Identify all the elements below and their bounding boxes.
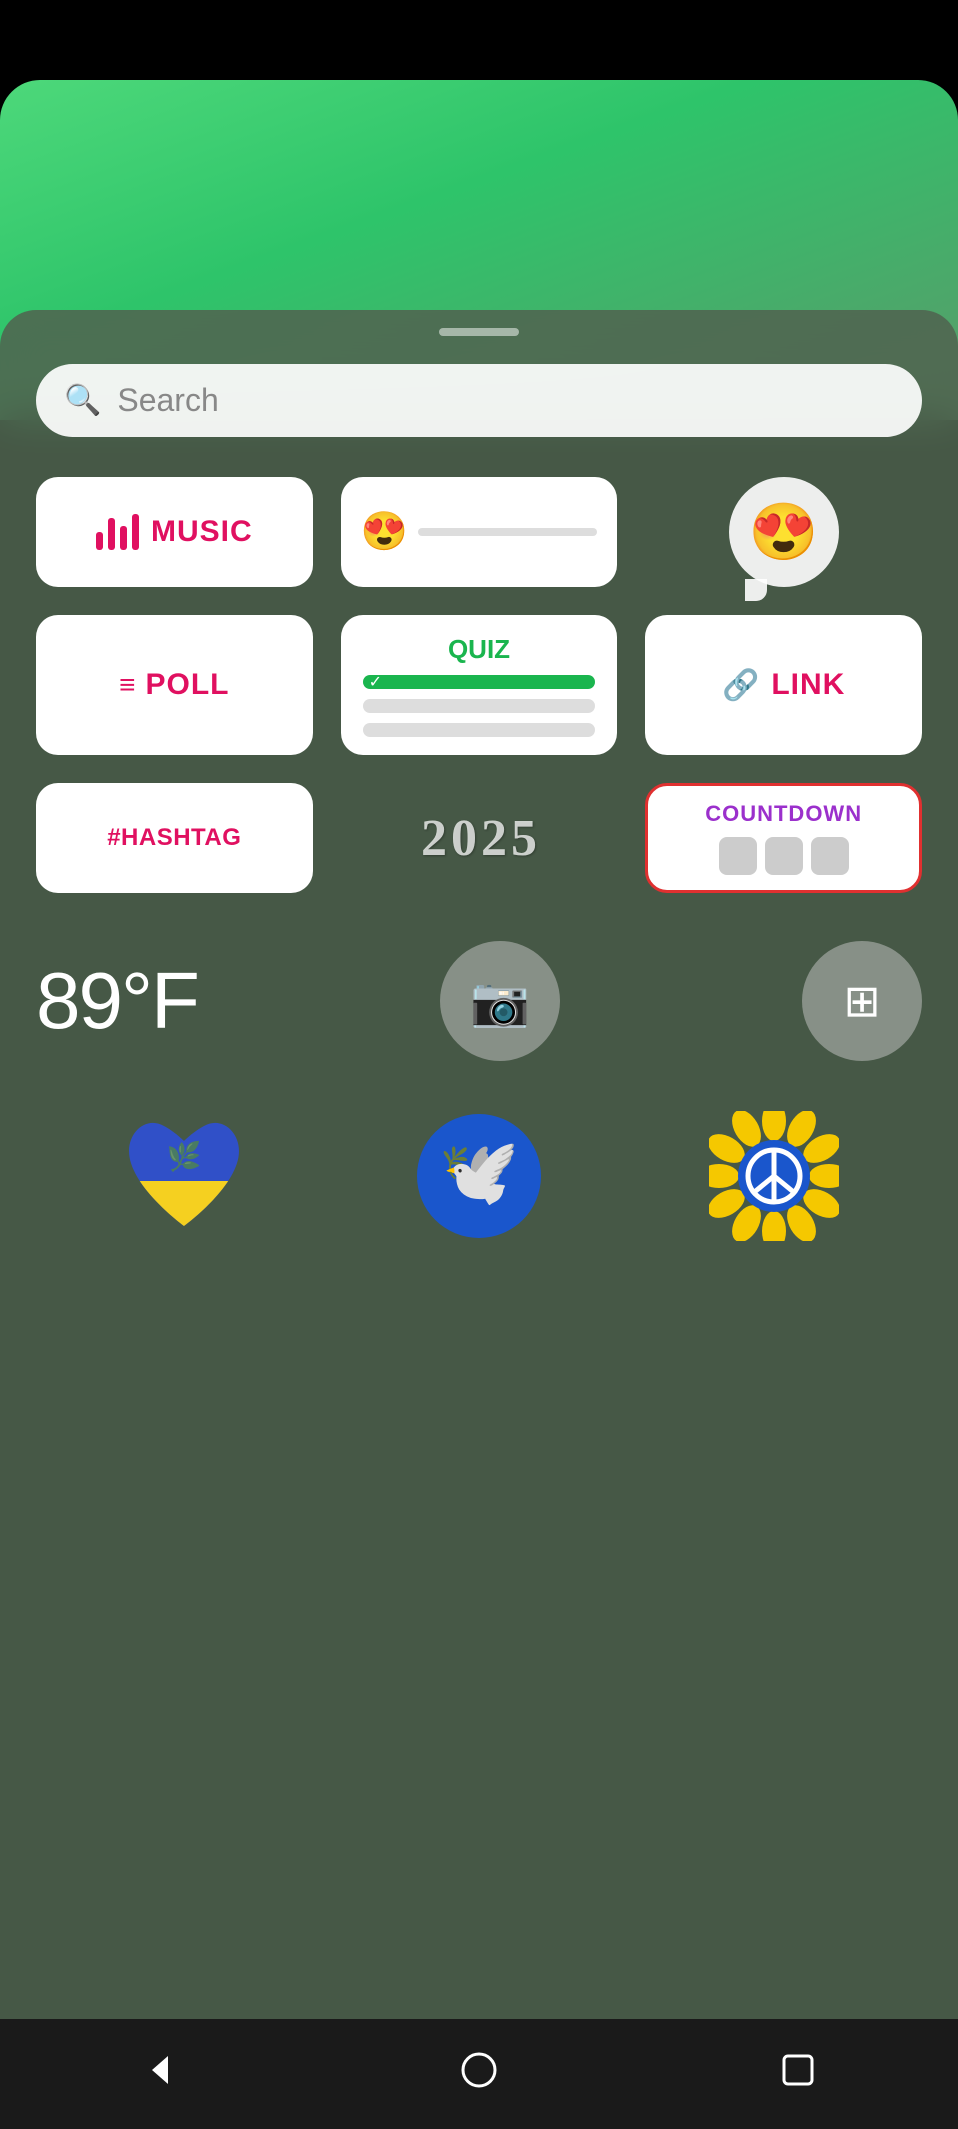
music-bar-2 [108, 518, 115, 550]
music-bar-1 [96, 532, 103, 550]
bottom-nav-bar [0, 2019, 958, 2129]
music-label: MUSIC [151, 515, 253, 549]
svg-text:🕊️: 🕊️ [439, 1135, 520, 1208]
recents-button[interactable] [778, 2050, 818, 2099]
music-bars-icon [96, 514, 139, 550]
search-bar[interactable]: 🔍 Search [36, 364, 922, 437]
countdown-box-3 [811, 837, 849, 875]
sticker-add-icon: ⊞ [844, 976, 881, 1027]
search-placeholder: Search [117, 382, 218, 419]
recents-icon [778, 2050, 818, 2090]
weather-display: 89°F [36, 955, 198, 1047]
quiz-bar-correct: ✓ [363, 675, 596, 689]
emoji-sticker-row: 🌿 🕊️ [0, 1101, 958, 1256]
emoji-slider-sticker[interactable]: 😍 [341, 477, 618, 587]
action-row: 89°F 📷 ⊞ [0, 921, 958, 1081]
countdown-label: COUNTDOWN [705, 801, 862, 827]
slider-emoji: 😍 [361, 510, 408, 554]
year-sticker[interactable]: 2 0 2 5 [341, 783, 618, 893]
peace-sticker[interactable] [709, 1111, 839, 1246]
sticker-add-button[interactable]: ⊞ [802, 941, 922, 1061]
emoji-bubble-sticker[interactable]: 😍 [645, 477, 922, 587]
poll-sticker[interactable]: ≡ POLL [36, 615, 313, 755]
countdown-box-1 [719, 837, 757, 875]
year-digit-0: 0 [451, 809, 477, 868]
emoji-bubble: 😍 [729, 477, 839, 587]
search-icon: 🔍 [64, 383, 101, 418]
back-button[interactable] [140, 2050, 180, 2099]
sticker-picker-sheet: 🔍 Search MUSIC 😍 😍 [0, 310, 958, 2049]
countdown-boxes [719, 837, 849, 875]
music-bar-4 [132, 514, 139, 550]
slider-track [418, 528, 597, 536]
year-digit-2: 2 [421, 809, 447, 868]
link-icon: 🔗 [722, 668, 759, 703]
home-button[interactable] [459, 2050, 499, 2099]
svg-text:🌿: 🌿 [166, 1140, 201, 1173]
countdown-sticker[interactable]: COUNTDOWN [645, 783, 922, 893]
peace-svg [709, 1111, 839, 1241]
back-icon [140, 2050, 180, 2090]
music-sticker[interactable]: MUSIC [36, 477, 313, 587]
quiz-bar-wrong-1 [363, 699, 596, 713]
quiz-sticker[interactable]: QUIZ ✓ [341, 615, 618, 755]
ukraine-heart-svg: 🌿 [119, 1111, 249, 1241]
countdown-box-2 [765, 837, 803, 875]
dove-sticker[interactable]: 🕊️ [414, 1111, 544, 1246]
camera-icon: 📷 [470, 973, 530, 1030]
poll-icon: ≡ [119, 669, 135, 701]
camera-button[interactable]: 📷 [440, 941, 560, 1061]
ukraine-heart-sticker[interactable]: 🌿 [119, 1111, 249, 1246]
year-digit-2b: 2 [481, 809, 507, 868]
emoji-row: 😍 [361, 510, 598, 554]
link-sticker[interactable]: 🔗 LINK [645, 615, 922, 755]
hashtag-label: #HASHTAG [107, 824, 241, 852]
top-status-bar [0, 0, 958, 80]
music-bar-3 [120, 526, 127, 550]
year-digit-5: 5 [511, 809, 537, 868]
bubble-emoji: 😍 [749, 499, 819, 565]
poll-label: POLL [146, 668, 230, 702]
link-label: LINK [771, 668, 845, 702]
quiz-bar-wrong-2 [363, 723, 596, 737]
hashtag-sticker[interactable]: #HASHTAG [36, 783, 313, 893]
bubble-tail [745, 579, 767, 601]
home-icon [459, 2050, 499, 2090]
sticker-grid: MUSIC 😍 😍 ≡ POLL QUIZ ✓ [0, 477, 958, 893]
dove-svg: 🕊️ [414, 1111, 544, 1241]
quiz-label: QUIZ [448, 634, 510, 665]
drag-handle[interactable] [439, 328, 519, 336]
